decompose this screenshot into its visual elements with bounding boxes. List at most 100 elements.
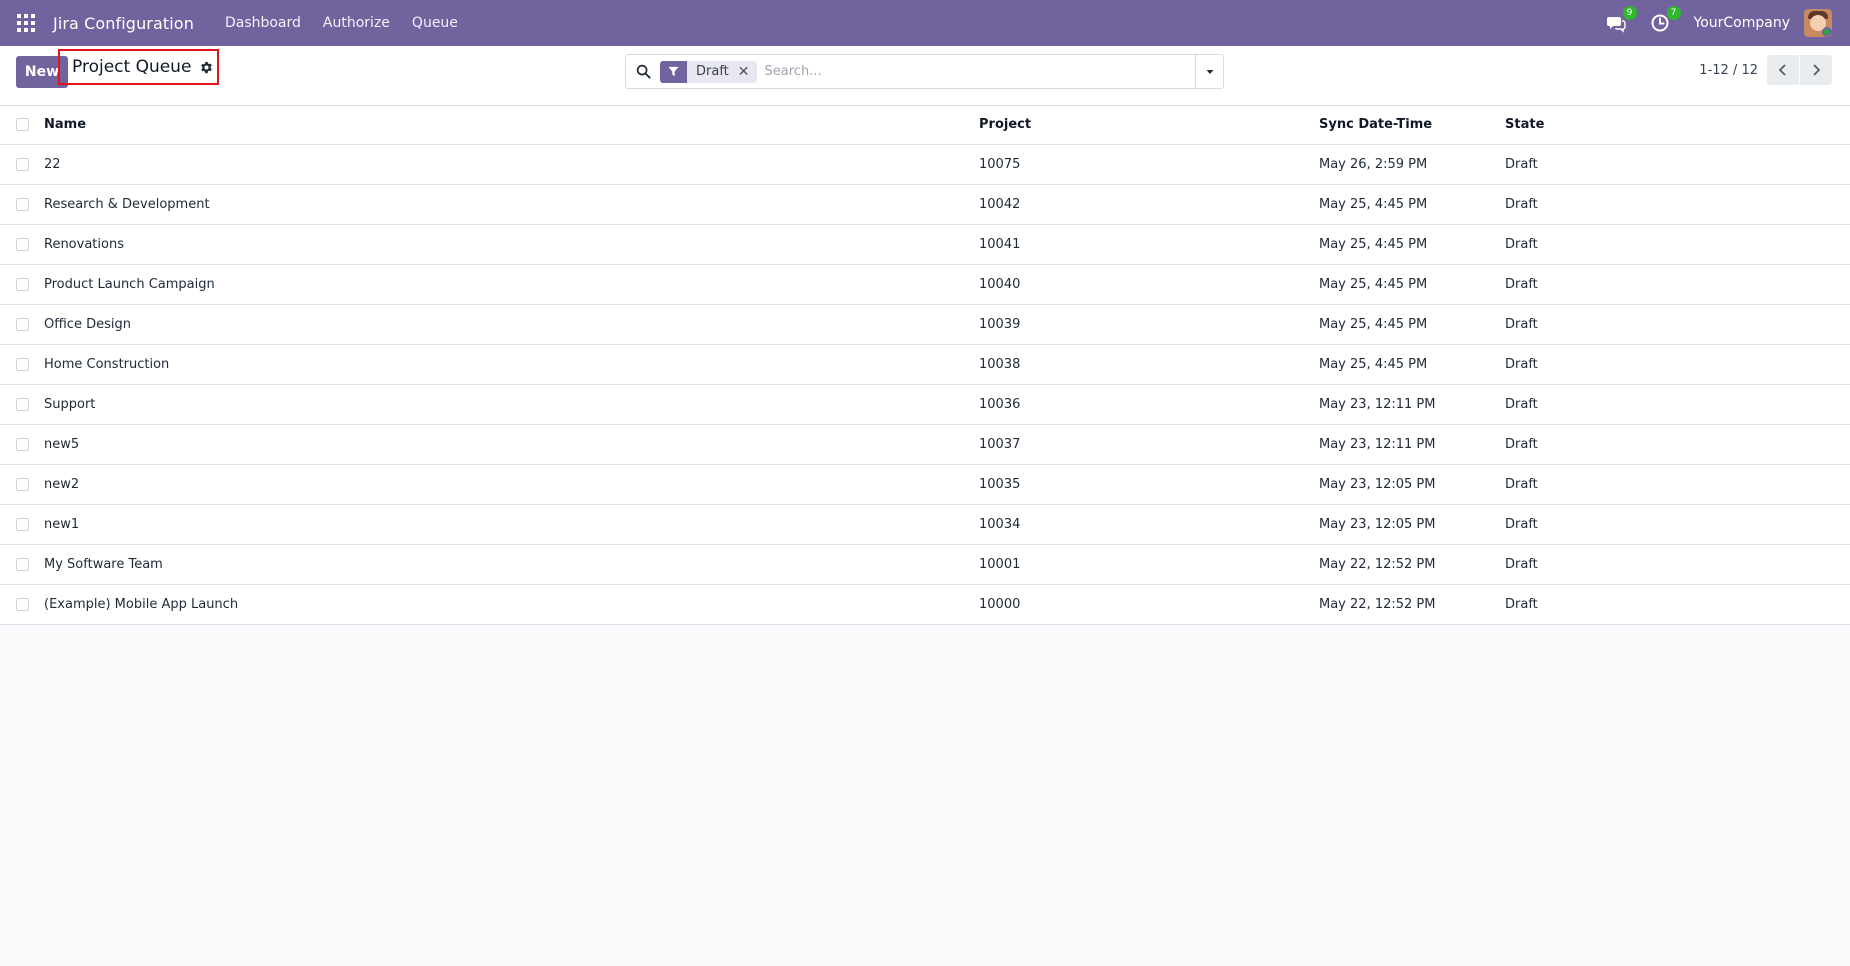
activities-button[interactable]: 7 xyxy=(1650,6,1681,35)
table-header-row: Name Project Sync Date-Time State xyxy=(0,106,1850,145)
gear-icon[interactable] xyxy=(200,61,213,74)
pager: 1-12 / 12 xyxy=(1699,54,1832,86)
row-select-cell xyxy=(0,424,44,465)
search-facet-draft: Draft ✕ xyxy=(660,60,757,83)
pager-next-button[interactable] xyxy=(1800,55,1832,85)
pager-previous-button[interactable] xyxy=(1767,55,1799,85)
cell-name: Home Construction xyxy=(44,344,979,385)
cell-state: Draft xyxy=(1505,224,1850,265)
row-checkbox[interactable] xyxy=(16,317,29,331)
cell-state: Draft xyxy=(1505,384,1850,425)
row-select-cell xyxy=(0,144,44,185)
row-checkbox[interactable] xyxy=(16,517,29,531)
cell-sync-date-time: May 23, 12:11 PM xyxy=(1319,384,1505,425)
search-input[interactable] xyxy=(764,56,1195,87)
caret-down-icon xyxy=(1206,69,1213,74)
cell-state: Draft xyxy=(1505,264,1850,305)
apps-grid-icon[interactable] xyxy=(17,14,35,32)
row-checkbox[interactable] xyxy=(16,477,29,491)
facet-remove-icon[interactable]: ✕ xyxy=(738,64,757,80)
row-select-cell xyxy=(0,584,44,625)
row-select-cell xyxy=(0,304,44,345)
cell-name: 22 xyxy=(44,144,979,185)
cell-project: 10001 xyxy=(979,544,1319,585)
cell-project: 10041 xyxy=(979,224,1319,265)
header-name[interactable]: Name xyxy=(44,106,979,145)
row-select-cell xyxy=(0,504,44,545)
menu-dashboard[interactable]: Dashboard xyxy=(214,0,312,46)
cell-state: Draft xyxy=(1505,144,1850,185)
row-checkbox[interactable] xyxy=(16,557,29,571)
cell-state: Draft xyxy=(1505,344,1850,385)
cell-project: 10035 xyxy=(979,464,1319,505)
pager-value[interactable]: 1-12 / 12 xyxy=(1699,63,1758,78)
table-row[interactable]: Office Design 10039 May 25, 4:45 PM Draft xyxy=(0,304,1850,345)
cell-name: Office Design xyxy=(44,304,979,345)
menu-queue[interactable]: Queue xyxy=(401,0,469,46)
table-row[interactable]: Renovations 10041 May 25, 4:45 PM Draft xyxy=(0,224,1850,265)
cell-sync-date-time: May 23, 12:11 PM xyxy=(1319,424,1505,465)
row-select-cell xyxy=(0,384,44,425)
cell-name: Research & Development xyxy=(44,184,979,225)
header-sync-date-time[interactable]: Sync Date-Time xyxy=(1319,106,1505,145)
breadcrumb: Project Queue xyxy=(58,49,219,85)
project-queue-table: Name Project Sync Date-Time State 22 1007… xyxy=(0,106,1850,625)
table-body: 22 10075 May 26, 2:59 PM Draft Research & De… xyxy=(0,144,1850,625)
table-row[interactable]: new2 10035 May 23, 12:05 PM Draft xyxy=(0,464,1850,505)
company-switcher[interactable]: YourCompany xyxy=(1694,15,1791,31)
row-checkbox[interactable] xyxy=(16,437,29,451)
header-project[interactable]: Project xyxy=(979,106,1319,145)
cell-name: Renovations xyxy=(44,224,979,265)
menu-authorize[interactable]: Authorize xyxy=(312,0,401,46)
search-options-toggle[interactable] xyxy=(1195,55,1223,88)
clock-icon xyxy=(1651,14,1668,32)
row-select-cell xyxy=(0,184,44,225)
cell-sync-date-time: May 22, 12:52 PM xyxy=(1319,584,1505,625)
cell-state: Draft xyxy=(1505,584,1850,625)
table-row[interactable]: (Example) Mobile App Launch 10000 May 22, … xyxy=(0,584,1850,625)
table-row[interactable]: Support 10036 May 23, 12:11 PM Draft xyxy=(0,384,1850,425)
table-row[interactable]: Home Construction 10038 May 25, 4:45 PM Dra… xyxy=(0,344,1850,385)
cell-sync-date-time: May 25, 4:45 PM xyxy=(1319,264,1505,305)
table-row[interactable]: new1 10034 May 23, 12:05 PM Draft xyxy=(0,504,1850,545)
user-avatar[interactable] xyxy=(1804,9,1832,37)
row-checkbox[interactable] xyxy=(16,157,29,171)
cell-project: 10038 xyxy=(979,344,1319,385)
header-state[interactable]: State xyxy=(1505,106,1850,145)
top-navbar: Jira Configuration Dashboard Authorize Q… xyxy=(0,0,1850,46)
table-row[interactable]: My Software Team 10001 May 22, 12:52 PM Dra… xyxy=(0,544,1850,585)
cell-sync-date-time: May 25, 4:45 PM xyxy=(1319,304,1505,345)
row-checkbox[interactable] xyxy=(16,237,29,251)
row-checkbox[interactable] xyxy=(16,357,29,371)
table-row[interactable]: Research & Development 10042 May 25, 4:45 … xyxy=(0,184,1850,225)
systray: 9 7 YourCompany xyxy=(1606,0,1850,46)
cell-sync-date-time: May 25, 4:45 PM xyxy=(1319,184,1505,225)
cell-sync-date-time: May 22, 12:52 PM xyxy=(1319,544,1505,585)
cell-sync-date-time: May 25, 4:45 PM xyxy=(1319,224,1505,265)
row-checkbox[interactable] xyxy=(16,197,29,211)
table-row[interactable]: new5 10037 May 23, 12:11 PM Draft xyxy=(0,424,1850,465)
cell-state: Draft xyxy=(1505,464,1850,505)
app-title[interactable]: Jira Configuration xyxy=(53,14,194,33)
table-row[interactable]: Product Launch Campaign 10040 May 25, 4:45… xyxy=(0,264,1850,305)
table-row[interactable]: 22 10075 May 26, 2:59 PM Draft xyxy=(0,144,1850,185)
row-checkbox[interactable] xyxy=(16,597,29,611)
messages-button[interactable]: 9 xyxy=(1606,6,1637,35)
cell-name: new5 xyxy=(44,424,979,465)
filter-icon xyxy=(660,60,687,83)
row-checkbox[interactable] xyxy=(16,397,29,411)
row-checkbox[interactable] xyxy=(16,277,29,291)
search-bar: Draft ✕ xyxy=(625,54,1224,89)
chevron-right-icon xyxy=(1813,64,1821,76)
search-icon xyxy=(636,64,651,79)
facet-label: Draft xyxy=(696,64,729,79)
select-all-checkbox[interactable] xyxy=(16,118,29,132)
row-select-cell xyxy=(0,264,44,305)
cell-project: 10042 xyxy=(979,184,1319,225)
cell-sync-date-time: May 26, 2:59 PM xyxy=(1319,144,1505,185)
cell-state: Draft xyxy=(1505,304,1850,345)
messages-count-badge: 9 xyxy=(1622,6,1637,20)
cell-project: 10037 xyxy=(979,424,1319,465)
row-select-cell xyxy=(0,224,44,265)
cell-name: Product Launch Campaign xyxy=(44,264,979,305)
